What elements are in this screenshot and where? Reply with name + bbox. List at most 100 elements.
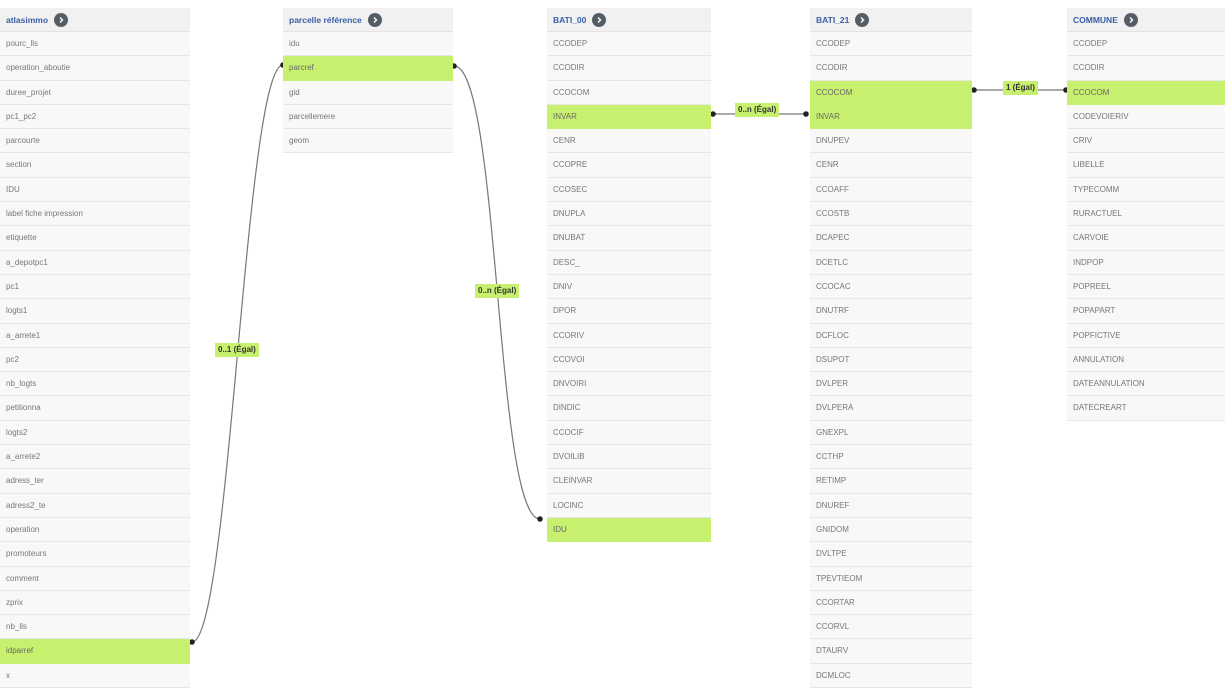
table-field-row[interactable]: TYPECOMM	[1067, 177, 1225, 203]
table-field-row[interactable]: LIBELLE	[1067, 153, 1225, 178]
table-field-row[interactable]: CENR	[810, 153, 972, 178]
table-field-row[interactable]: IDU	[0, 177, 190, 203]
table-atlasimmo[interactable]: atlasimmo pourc_lls operation_aboutie dure…	[0, 8, 190, 688]
table-field-row[interactable]: adress2_te	[0, 493, 190, 518]
table-field-row[interactable]: CCOVOI	[547, 347, 711, 373]
relation-label[interactable]: 1 (Égal)	[1003, 81, 1038, 95]
table-field-row[interactable]: pc2	[0, 347, 190, 373]
table-field-row[interactable]: a_arrete1	[0, 323, 190, 348]
table-field-row[interactable]: RETIMP	[810, 469, 972, 494]
table-field-row[interactable]: DNUREF	[810, 493, 972, 518]
table-field-row[interactable]: zprix	[0, 590, 190, 616]
table-field-row[interactable]: GNIDOM	[810, 517, 972, 543]
table-field-row[interactable]: DCFLOC	[810, 323, 972, 348]
table-field-row[interactable]: logts2	[0, 420, 190, 446]
table-field-row[interactable]: pourc_lls	[0, 32, 190, 57]
table-field-row[interactable]: parcellemere	[283, 104, 453, 130]
table-field-row[interactable]: DESC_	[547, 250, 711, 275]
table-field-row[interactable]: CENR	[547, 129, 711, 154]
table-field-row[interactable]: POPFICTIVE	[1067, 323, 1225, 348]
table-field-row[interactable]: CCODIR	[547, 56, 711, 81]
relation-label[interactable]: 0..n (Égal)	[475, 284, 520, 298]
table-field-row[interactable]: IDU	[547, 517, 711, 543]
table-field-row[interactable]: pc1	[0, 274, 190, 300]
table-bati-21[interactable]: BATI_21 CCODEP CCODIR CCOCOM INVAR DNUPEV CEN…	[810, 8, 972, 688]
table-field-row[interactable]: x	[0, 663, 190, 688]
table-field-row[interactable]: a_arrete2	[0, 445, 190, 470]
table-field-row[interactable]: ANNULATION	[1067, 347, 1225, 373]
table-field-row[interactable]: DNUTRF	[810, 299, 972, 324]
table-field-row[interactable]: CCOCIF	[547, 420, 711, 446]
table-field-row[interactable]: promoteurs	[0, 542, 190, 567]
relation-label[interactable]: 0..1 (Égal)	[215, 343, 259, 357]
table-field-row[interactable]: label fiche impression	[0, 202, 190, 227]
table-field-row[interactable]: logts1	[0, 299, 190, 324]
table-field-row[interactable]: DATECREART	[1067, 396, 1225, 421]
table-field-row[interactable]: CCOAFF	[810, 177, 972, 203]
table-field-row[interactable]: DVLTPE	[810, 542, 972, 567]
table-field-row[interactable]: parcourte	[0, 129, 190, 154]
table-field-row[interactable]: DVLPERA	[810, 396, 972, 421]
table-field-row[interactable]: geom	[283, 129, 453, 154]
table-parcelle-reference[interactable]: parcelle référence idu parcref gid parcelle…	[283, 8, 453, 154]
table-field-row[interactable]: DTAURV	[810, 639, 972, 664]
table-field-row[interactable]: CCOSTB	[810, 202, 972, 227]
table-field-row[interactable]: CCODIR	[1067, 56, 1225, 81]
table-field-row[interactable]: DVLPER	[810, 372, 972, 397]
table-field-row[interactable]: CCTHP	[810, 445, 972, 470]
table-field-row[interactable]: idparref	[0, 639, 190, 664]
table-bati-00[interactable]: BATI_00 CCODEP CCODIR CCOCOM INVAR CENR CCOPR…	[547, 8, 711, 543]
table-field-row[interactable]: CRIV	[1067, 129, 1225, 154]
table-field-row[interactable]: gid	[283, 80, 453, 105]
table-field-row[interactable]: DCMLOC	[810, 663, 972, 688]
table-field-row[interactable]: a_depotpc1	[0, 250, 190, 275]
table-field-row[interactable]: petitionna	[0, 396, 190, 421]
table-commune[interactable]: COMMUNE CCODEP CCODIR CCOCOM CODEVOIERIV CRI…	[1067, 8, 1225, 421]
table-field-row[interactable]: DSUPOT	[810, 347, 972, 373]
chevron-right-icon[interactable]	[1123, 12, 1138, 27]
table-field-row[interactable]: CARVOIE	[1067, 226, 1225, 251]
table-field-row[interactable]: CCOCOM	[1067, 80, 1225, 105]
table-field-row[interactable]: CODEVOIERIV	[1067, 104, 1225, 130]
table-field-row[interactable]: CLEINVAR	[547, 469, 711, 494]
chevron-right-icon[interactable]	[367, 12, 382, 27]
table-field-row[interactable]: DINDIC	[547, 396, 711, 421]
table-field-row[interactable]: CCODEP	[810, 32, 972, 57]
table-field-row[interactable]: CCORVL	[810, 615, 972, 640]
table-field-row[interactable]: CCOCOM	[810, 80, 972, 105]
table-field-row[interactable]: idu	[283, 32, 453, 57]
table-field-row[interactable]: CCOCOM	[547, 80, 711, 105]
table-field-row[interactable]: section	[0, 153, 190, 178]
table-field-row[interactable]: DNVOIRI	[547, 372, 711, 397]
table-field-row[interactable]: INDPOP	[1067, 250, 1225, 275]
chevron-right-icon[interactable]	[592, 12, 607, 27]
table-field-row[interactable]: etiquette	[0, 226, 190, 251]
table-field-row[interactable]: RURACTUEL	[1067, 202, 1225, 227]
table-field-row[interactable]: DATEANNULATION	[1067, 372, 1225, 397]
table-field-row[interactable]: CCORIV	[547, 323, 711, 348]
table-field-row[interactable]: INVAR	[547, 104, 711, 130]
table-field-row[interactable]: DPOR	[547, 299, 711, 324]
table-field-row[interactable]: DCAPEC	[810, 226, 972, 251]
table-field-row[interactable]: DNUPLA	[547, 202, 711, 227]
table-field-row[interactable]: DNIV	[547, 274, 711, 300]
table-field-row[interactable]: duree_projet	[0, 80, 190, 105]
table-field-row[interactable]: POPREEL	[1067, 274, 1225, 300]
table-field-row[interactable]: CCODIR	[810, 56, 972, 81]
table-field-row[interactable]: operation	[0, 517, 190, 543]
table-field-row[interactable]: DNUPEV	[810, 129, 972, 154]
table-field-row[interactable]: operation_aboutie	[0, 56, 190, 81]
table-field-row[interactable]: DCETLC	[810, 250, 972, 275]
table-field-row[interactable]: nb_lls	[0, 615, 190, 640]
chevron-right-icon[interactable]	[54, 12, 69, 27]
table-field-row[interactable]: adress_ter	[0, 469, 190, 494]
table-field-row[interactable]: CCODEP	[547, 32, 711, 57]
table-field-row[interactable]: INVAR	[810, 104, 972, 130]
table-field-row[interactable]: CCOPRE	[547, 153, 711, 178]
table-field-row[interactable]: CCODEP	[1067, 32, 1225, 57]
table-field-row[interactable]: DNUBAT	[547, 226, 711, 251]
relation-label[interactable]: 0..n (Égal)	[735, 103, 780, 117]
table-field-row[interactable]: GNEXPL	[810, 420, 972, 446]
table-field-row[interactable]: TPEVTIEOM	[810, 566, 972, 591]
table-field-row[interactable]: pc1_pc2	[0, 104, 190, 130]
